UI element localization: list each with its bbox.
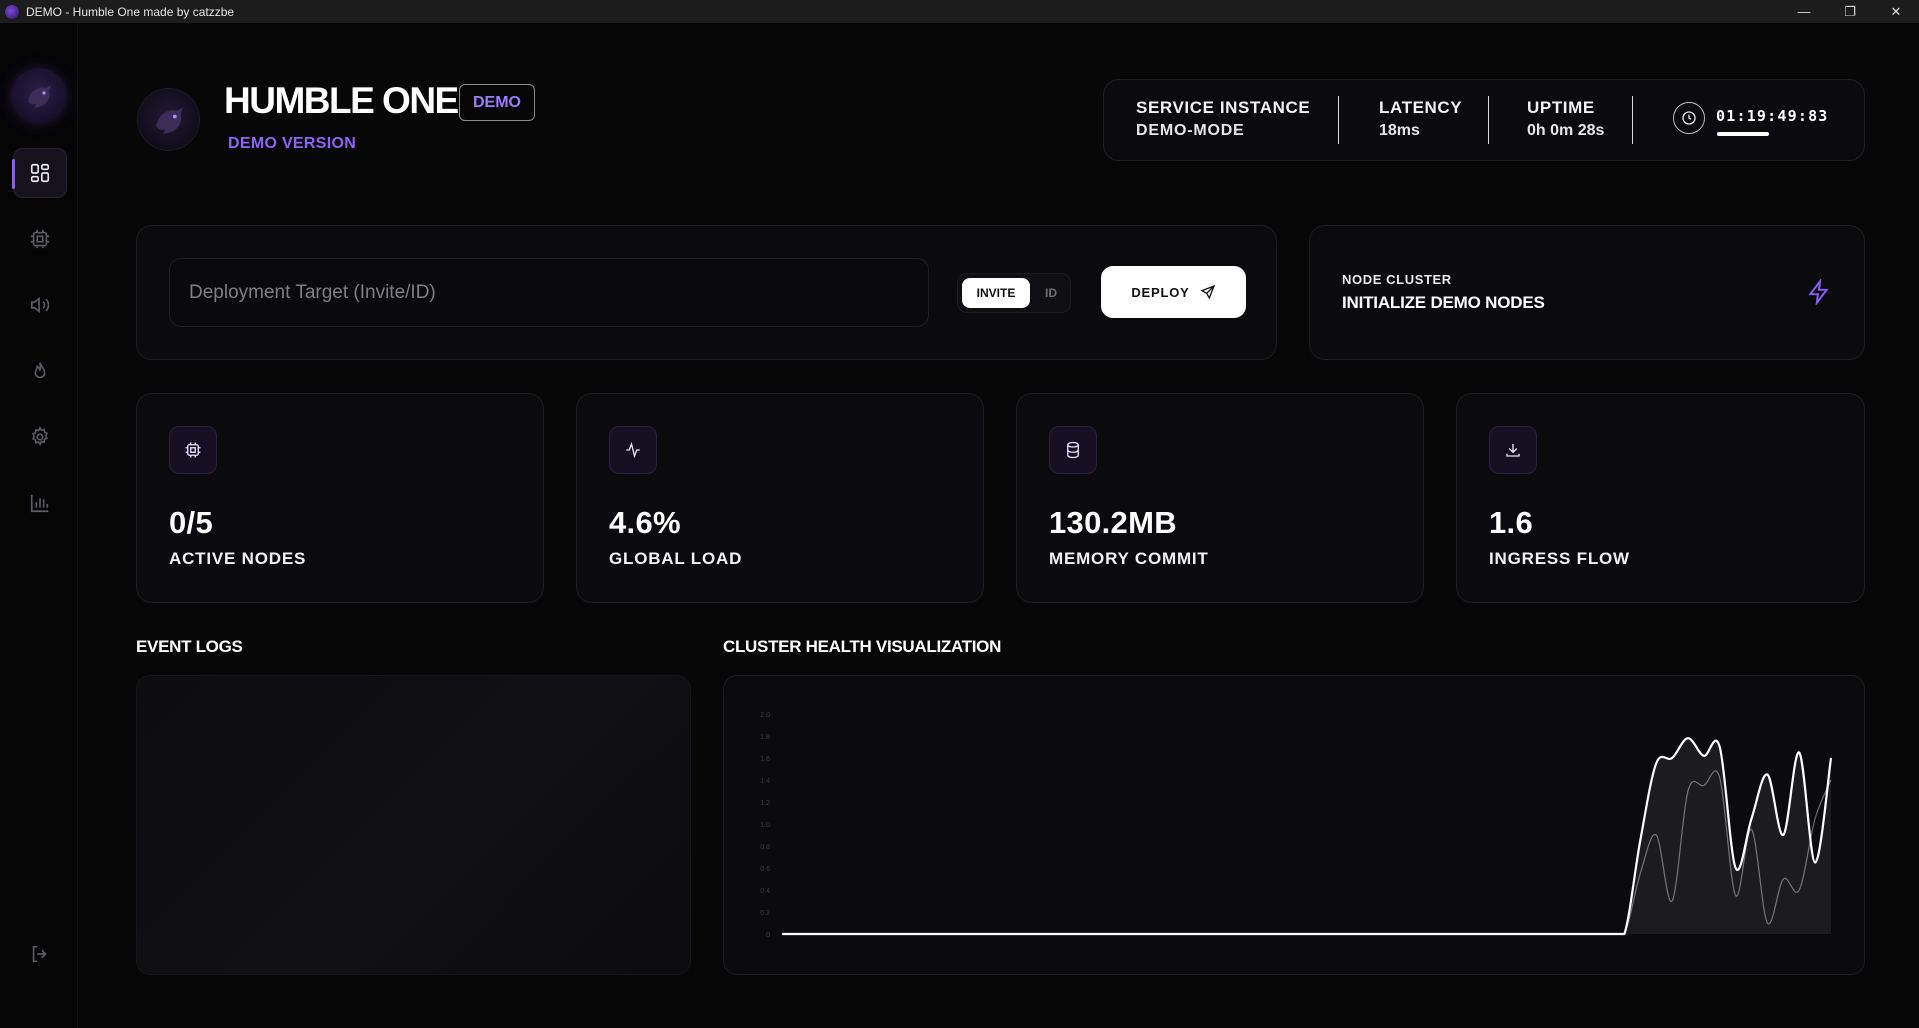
header-logo	[137, 88, 200, 151]
target-type-toggle[interactable]: INVITE ID	[957, 273, 1071, 313]
metric-card-active-nodes: 0/5 ACTIVE NODES	[136, 393, 544, 603]
y-tick-label: 0.6	[760, 866, 770, 873]
metric-card-memory-commit: 130.2MB MEMORY COMMIT	[1016, 393, 1424, 603]
cluster-health-chart: 0 0.2 0.4 0.6 0.8 1.0 1.2 1.4 1.6 1.8 2.0	[723, 675, 1865, 975]
y-tick-label: 0.4	[760, 888, 770, 895]
gear-icon	[32, 426, 48, 447]
divider	[1338, 96, 1339, 144]
stat-value: 18ms	[1379, 122, 1420, 139]
sidebar-item-dashboard[interactable]	[12, 148, 67, 198]
stat-label: LATENCY	[1379, 98, 1463, 117]
clock-progress	[1717, 132, 1769, 136]
y-tick-label: 1.0	[760, 822, 770, 829]
y-tick-label: 1.6	[760, 756, 770, 763]
page-subtitle: DEMO VERSION	[228, 135, 357, 152]
metric-card-ingress-flow: 1.6 INGRESS FLOW	[1456, 393, 1865, 603]
series-area	[782, 738, 1831, 934]
sidebar-item-cpu[interactable]	[13, 214, 67, 264]
database-icon	[1049, 426, 1097, 474]
chip-icon	[169, 426, 217, 474]
y-tick-label: 0.2	[760, 910, 770, 917]
bolt-icon[interactable]	[1806, 279, 1832, 305]
sidebar-item-fire[interactable]	[13, 346, 67, 396]
service-instance-stat: SERVICE INSTANCE DEMO-MODE	[1136, 98, 1310, 140]
raven-icon	[28, 85, 51, 108]
bar-chart-icon	[30, 494, 49, 513]
deploy-button[interactable]: DEPLOY	[1101, 266, 1246, 318]
flame-icon	[34, 362, 46, 379]
metric-value: 130.2MB	[1049, 505, 1177, 540]
chart-title: CLUSTER HEALTH VISUALIZATION	[723, 637, 1002, 656]
page-title: HUMBLE ONE	[224, 80, 459, 121]
node-cluster-card[interactable]: NODE CLUSTER INITIALIZE DEMO NODES	[1309, 225, 1865, 360]
stat-value: 0h 0m 28s	[1527, 122, 1605, 139]
status-panel: SERVICE INSTANCE DEMO-MODE LATENCY 18ms …	[1103, 79, 1865, 161]
metric-value: 0/5	[169, 505, 213, 540]
stat-label: SERVICE INSTANCE	[1136, 98, 1311, 117]
node-cluster-label: NODE CLUSTER	[1342, 272, 1452, 287]
metric-card-global-load: 4.6% GLOBAL LOAD	[576, 393, 984, 603]
y-tick-label: 0.8	[760, 844, 770, 851]
demo-badge: DEMO	[459, 84, 535, 121]
minimize-icon[interactable]: —	[1781, 0, 1827, 23]
y-tick-label: 2.0	[760, 712, 770, 719]
y-tick-label: 0	[766, 932, 770, 939]
download-icon	[1489, 426, 1537, 474]
y-tick-label: 1.4	[760, 778, 770, 785]
logout-icon	[32, 945, 47, 963]
divider	[1488, 96, 1489, 144]
metric-value: 4.6%	[609, 505, 681, 540]
grid-icon	[30, 163, 50, 183]
window-title: DEMO - Humble One made by catzzbe	[26, 4, 235, 19]
send-icon	[1200, 284, 1215, 300]
clock-readout: 01:19:49:83	[1716, 107, 1829, 125]
event-log-list[interactable]	[136, 675, 691, 975]
uptime-stat: UPTIME 0h 0m 28s	[1527, 98, 1604, 140]
y-tick-label: 1.8	[760, 734, 770, 741]
initialize-nodes-action[interactable]: INITIALIZE DEMO NODES	[1342, 293, 1545, 313]
toggle-invite[interactable]: INVITE	[962, 278, 1030, 308]
metric-label: GLOBAL LOAD	[609, 549, 743, 568]
restore-icon[interactable]: ❐	[1827, 0, 1873, 23]
latency-stat: LATENCY 18ms	[1379, 98, 1462, 140]
metric-label: ACTIVE NODES	[169, 549, 307, 568]
sidebar-item-settings[interactable]	[13, 412, 67, 462]
sidebar-item-analytics[interactable]	[13, 478, 67, 528]
sidebar-item-audio[interactable]	[13, 280, 67, 330]
event-logs-title: EVENT LOGS	[136, 637, 243, 656]
chip-icon	[30, 229, 50, 249]
metric-label: INGRESS FLOW	[1489, 549, 1630, 568]
app-icon	[5, 4, 19, 19]
clock-icon	[1673, 102, 1705, 134]
raven-icon	[155, 106, 183, 134]
divider	[1632, 96, 1633, 144]
chart-canvas: 0 0.2 0.4 0.6 0.8 1.0 1.2 1.4 1.6 1.8 2.0	[760, 712, 1833, 939]
speaker-icon	[30, 296, 50, 314]
title-bar: DEMO - Humble One made by catzzbe — ❐ ✕	[0, 0, 1919, 23]
metric-value: 1.6	[1489, 505, 1533, 540]
stat-value: DEMO-MODE	[1136, 122, 1245, 139]
logout-button[interactable]	[13, 929, 67, 979]
deploy-card: INVITE ID DEPLOY	[136, 225, 1277, 360]
toggle-id[interactable]: ID	[1036, 278, 1066, 308]
activity-icon	[609, 426, 657, 474]
brand-logo[interactable]	[11, 68, 67, 124]
close-icon[interactable]: ✕	[1873, 0, 1919, 23]
sidebar	[0, 23, 78, 1028]
deploy-button-label: DEPLOY	[1131, 284, 1190, 300]
stat-label: UPTIME	[1527, 98, 1595, 117]
metric-label: MEMORY COMMIT	[1049, 549, 1209, 568]
y-tick-label: 1.2	[760, 800, 770, 807]
deployment-target-input[interactable]	[169, 258, 929, 327]
